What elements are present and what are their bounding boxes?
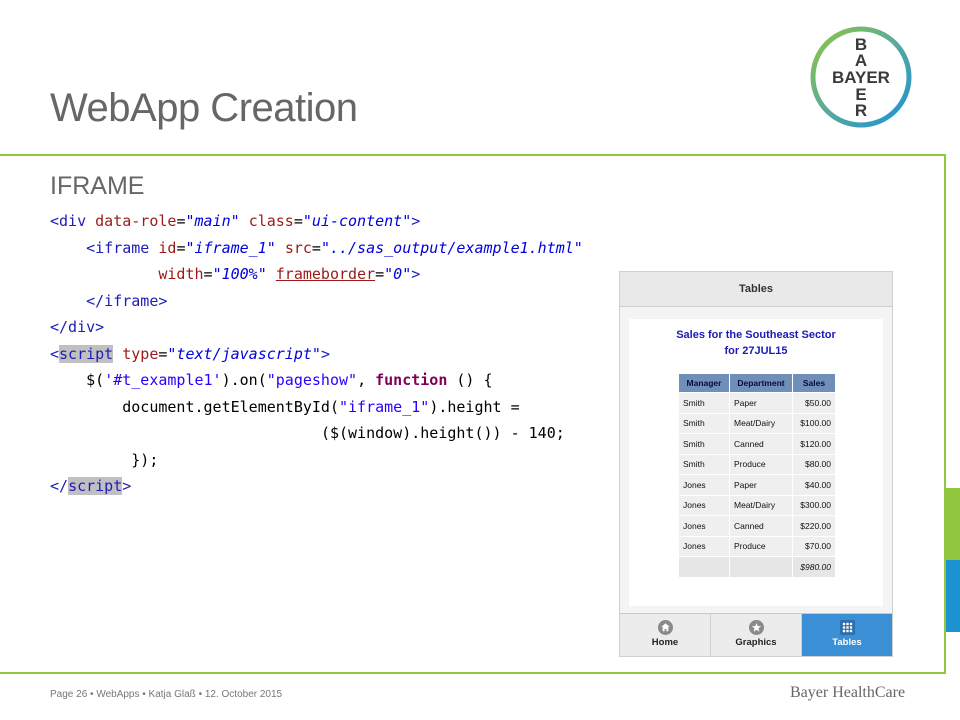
side-accent-blue: [946, 560, 960, 632]
code-block: <div data-role="main" class="ui-content"…: [50, 208, 583, 500]
cell: Jones: [678, 515, 730, 537]
nav-tables-button[interactable]: Tables: [802, 614, 892, 656]
logo-letter: R: [855, 101, 867, 120]
home-icon: [657, 620, 673, 635]
report-panel: Sales for the Southeast Sector for 27JUL…: [629, 319, 883, 606]
table-row: Jones Paper $40.00: [678, 474, 836, 496]
cell: Smith: [678, 433, 730, 455]
table-total-row: $980.00: [678, 556, 836, 578]
cell: $220.00: [792, 515, 836, 537]
cell: $120.00: [792, 433, 836, 455]
cell: Meat/Dairy: [729, 412, 793, 434]
slide-title: WebApp Creation: [50, 86, 358, 130]
footer-info: Page 26 • WebApps • Katja Glaß • 12. Oct…: [50, 689, 283, 700]
table-row: Smith Canned $120.00: [678, 433, 836, 455]
cell: Canned: [729, 433, 793, 455]
column-header: Sales: [792, 373, 836, 393]
nav-home-label: Home: [651, 637, 679, 648]
report-title: Sales for the Southeast Sector for 27JUL…: [629, 327, 883, 359]
star-icon: [748, 620, 764, 635]
section-subtitle: IFRAME: [50, 172, 145, 200]
bottom-navbar: Home Graphics Tables: [620, 613, 892, 656]
cell: Smith: [678, 412, 730, 434]
code-line: </div>: [50, 318, 105, 336]
footer-brand: Bayer HealthCare: [790, 684, 906, 701]
cell: Meat/Dairy: [729, 494, 793, 516]
cell: Paper: [729, 474, 793, 496]
code-line: document.getElementById("iframe_1").heig…: [122, 397, 520, 416]
cell: Produce: [729, 453, 793, 475]
table-row: Jones Canned $220.00: [678, 515, 836, 537]
code-line: </iframe>: [86, 291, 168, 310]
cell: Canned: [729, 515, 793, 537]
code-line: </script>: [50, 477, 132, 495]
column-header: Manager: [678, 373, 730, 393]
code-line: });: [131, 450, 159, 469]
nav-tables-label: Tables: [832, 637, 862, 648]
grid-icon: [839, 620, 855, 635]
cell: Produce: [729, 535, 793, 557]
code-line: $('#t_example1').on("pageshow", function…: [86, 371, 493, 389]
cell: Jones: [678, 474, 730, 496]
cell: [729, 556, 793, 578]
cell: Jones: [678, 494, 730, 516]
cell: $50.00: [792, 392, 836, 414]
code-line: <iframe id="iframe_1" src="../sas_output…: [86, 238, 583, 257]
cell: $300.00: [792, 494, 836, 516]
cell: $100.00: [792, 412, 836, 434]
cell: $40.00: [792, 474, 836, 496]
cell: $80.00: [792, 453, 836, 475]
table-row: Smith Produce $80.00: [678, 453, 836, 475]
cell: Smith: [678, 453, 730, 475]
column-header: Department: [729, 373, 793, 393]
code-line: <script type="text/javascript">: [50, 344, 330, 363]
nav-home-button[interactable]: Home: [620, 614, 711, 656]
cell: Smith: [678, 392, 730, 414]
table-row: Jones Meat/Dairy $300.00: [678, 494, 836, 516]
code-line: ($(window).height()) - 140;: [320, 424, 565, 442]
table-header-row: Manager Department Sales: [678, 373, 836, 393]
bayer-logo: B A BAYER E R: [810, 26, 912, 128]
report-title-line: for 27JUL15: [724, 345, 788, 357]
cell: Jones: [678, 535, 730, 557]
table-row: Smith Meat/Dairy $100.00: [678, 412, 836, 434]
table-row: Smith Paper $50.00: [678, 392, 836, 414]
cell: Paper: [729, 392, 793, 414]
nav-graphics-label: Graphics: [735, 637, 777, 648]
code-line: width="100%" frameborder="0">: [158, 265, 421, 283]
code-line: <div data-role="main" class="ui-content"…: [50, 212, 421, 230]
webapp-screenshot: Tables Sales for the Southeast Sector fo…: [619, 271, 893, 657]
cell: $70.00: [792, 535, 836, 557]
total-cell: $980.00: [792, 556, 836, 578]
sales-table: Manager Department Sales Smith Paper $50.0…: [678, 373, 836, 578]
phone-header-title: Tables: [620, 272, 892, 307]
side-accent-green: [946, 488, 960, 560]
table-row: Jones Produce $70.00: [678, 535, 836, 557]
cell: [678, 556, 730, 578]
report-title-line: Sales for the Southeast Sector: [676, 329, 836, 341]
nav-graphics-button[interactable]: Graphics: [711, 614, 802, 656]
